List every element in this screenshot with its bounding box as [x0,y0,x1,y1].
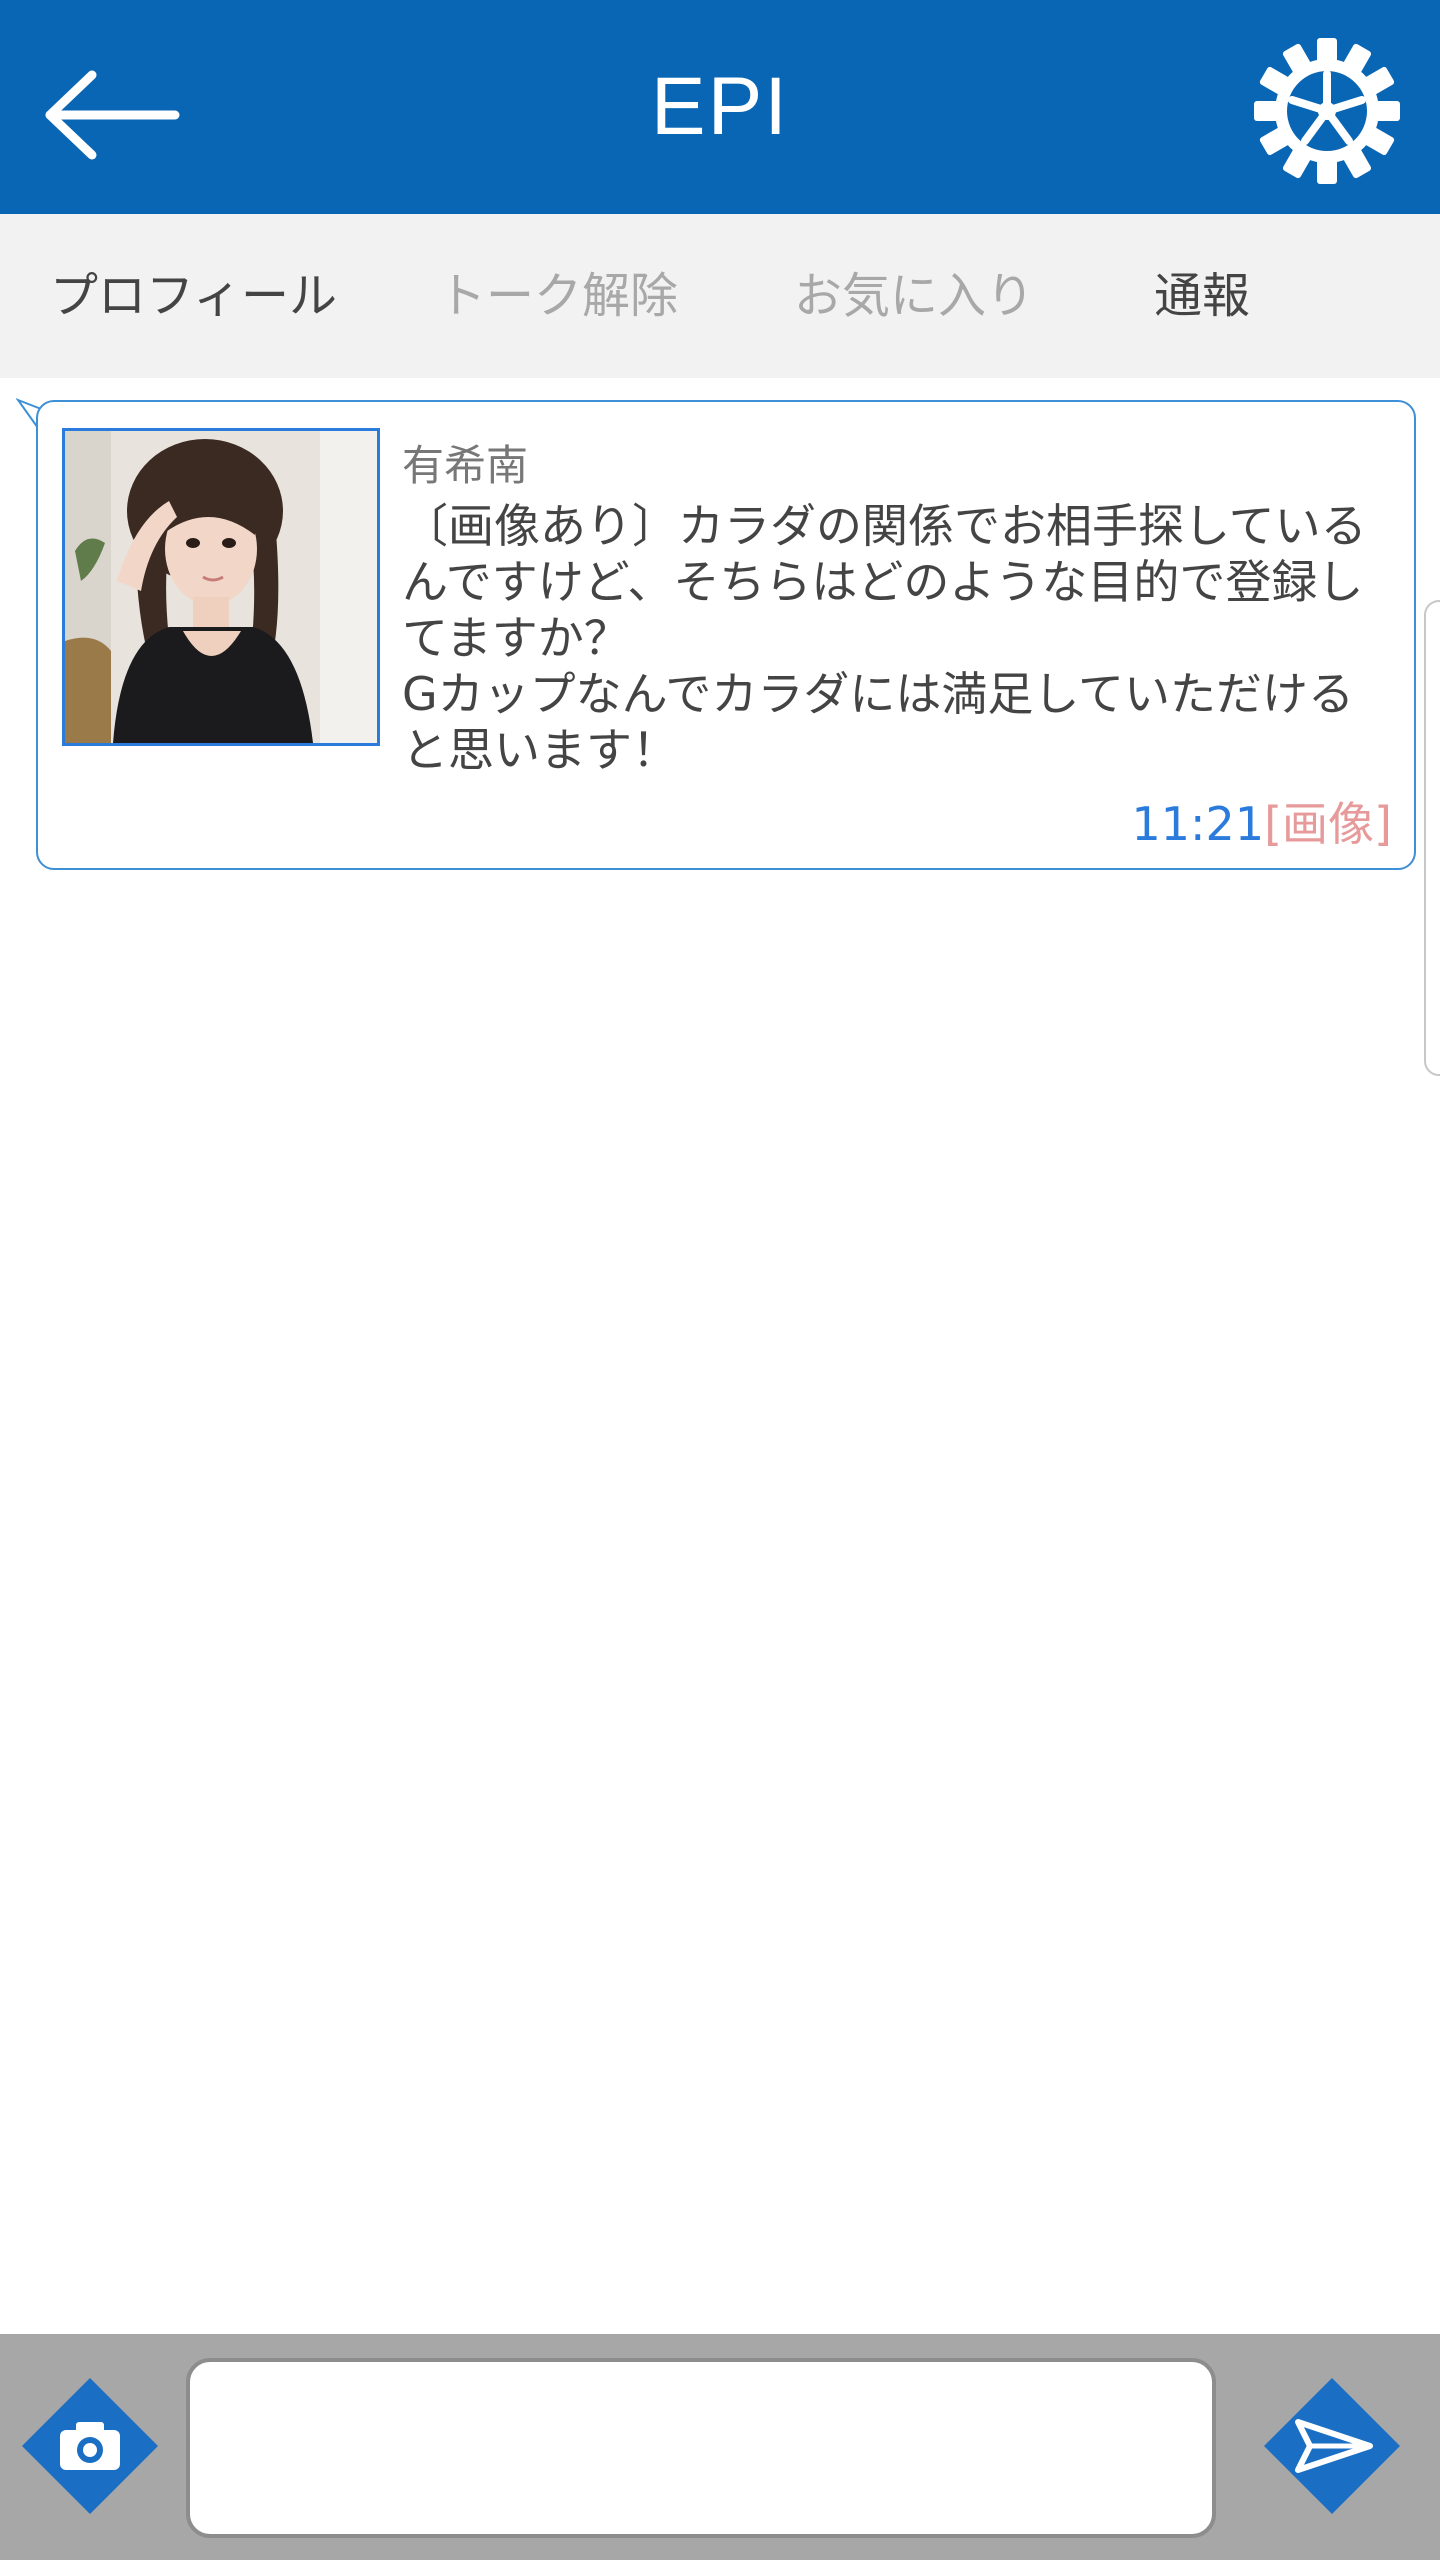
tab-favorite[interactable]: お気に入り [794,214,1034,378]
gear-icon [1254,38,1400,184]
back-button[interactable] [30,60,190,170]
send-icon [1264,2378,1400,2514]
tab-report[interactable]: 通報 [1154,214,1250,378]
message-line: 〔画像あり〕カラダの関係でお相手探している [402,499,1367,553]
page-title: EPI [650,61,790,152]
sender-name: 有希南 [402,441,529,490]
message-bubble: 有希南 〔画像あり〕カラダの関係でお相手探している んですけど、そちらはどのよう… [36,400,1416,870]
app-header: EPI [0,0,1440,214]
message-text: 〔画像あり〕カラダの関係でお相手探している んですけど、そちらはどのような目的で… [402,498,1402,778]
message-input-bar [0,2334,1440,2560]
message-line: てますか？ [402,611,630,665]
chat-screen: EPI プロフィール トーク解除 お気に入り 通報 有希南 〔画像あり〕カラダの… [0,0,1440,2560]
message-meta: 11:21[画像] [1132,788,1392,854]
avatar[interactable] [62,428,380,746]
image-link[interactable]: [画像] [1264,797,1392,851]
action-tabs: プロフィール トーク解除 お気に入り 通報 [0,214,1440,378]
settings-button[interactable] [1252,36,1402,186]
tab-profile[interactable]: プロフィール [50,214,337,378]
message-line: Gカップなんでカラダには満足していただける [402,667,1354,721]
edge-panel [1424,600,1440,1076]
camera-button[interactable] [18,2374,162,2518]
message-line: んですけど、そちらはどのような目的で登録し [402,555,1364,609]
send-button[interactable] [1260,2374,1404,2518]
tab-end-talk[interactable]: トーク解除 [438,214,678,378]
message-input[interactable] [186,2358,1216,2538]
profile-photo [65,431,377,743]
message-time: 11:21 [1131,797,1265,851]
message-line: と思います！ [402,723,678,777]
arrow-left-icon [45,70,180,160]
camera-icon [22,2378,158,2514]
